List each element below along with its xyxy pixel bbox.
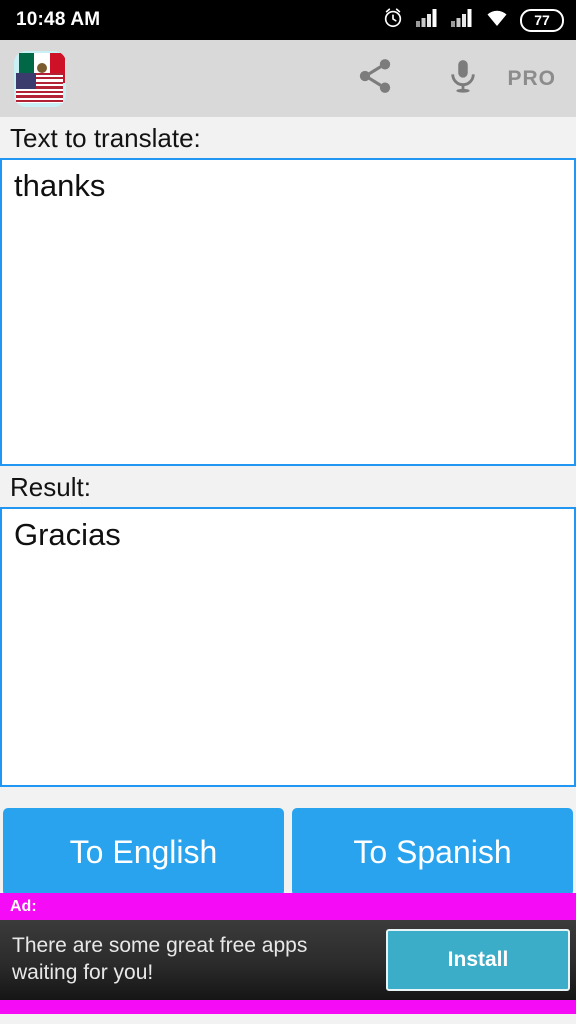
ad-text: There are some great free apps waiting f… [12, 934, 308, 984]
ad-label-bar: Ad: [0, 893, 576, 920]
to-english-button[interactable]: To English [3, 808, 284, 897]
text-to-translate-input[interactable]: thanks [0, 158, 576, 467]
ad-banner[interactable]: Ad: There are some great free apps waiti… [0, 893, 576, 1014]
status-bar: 10:48 AM 77 [0, 0, 576, 40]
toolbar-actions: PRO [331, 40, 576, 117]
ad-label: Ad: [10, 897, 37, 915]
result-label: Result: [10, 472, 91, 503]
main-content: Text to translate: thanks Result: Gracia… [0, 117, 576, 897]
ad-body[interactable]: There are some great free apps waiting f… [0, 920, 576, 1000]
ad-install-button[interactable]: Install [386, 929, 570, 991]
share-button[interactable] [331, 40, 419, 117]
app-icon-mexico-usa-flags [14, 50, 66, 107]
usa-flag-icon [16, 72, 63, 103]
status-icon-group: 77 [382, 7, 564, 34]
pro-button[interactable]: PRO [507, 67, 576, 91]
translation-result-output[interactable]: Gracias [0, 507, 576, 788]
battery-icon: 77 [520, 8, 564, 32]
share-icon [355, 56, 395, 101]
input-label: Text to translate: [10, 123, 201, 153]
signal-bars-icon [415, 8, 439, 33]
microphone-icon [444, 57, 482, 100]
ad-bottom-bar [0, 1000, 576, 1014]
status-time: 10:48 AM [16, 9, 101, 30]
wifi-icon [485, 8, 509, 33]
signal-bars-icon [450, 8, 474, 33]
translate-button-row: To English To Spanish [0, 787, 576, 897]
alarm-clock-icon [382, 7, 404, 34]
app-toolbar: PRO [0, 40, 576, 117]
battery-level: 77 [534, 12, 550, 28]
microphone-button[interactable] [419, 40, 507, 117]
to-spanish-button[interactable]: To Spanish [292, 808, 573, 897]
